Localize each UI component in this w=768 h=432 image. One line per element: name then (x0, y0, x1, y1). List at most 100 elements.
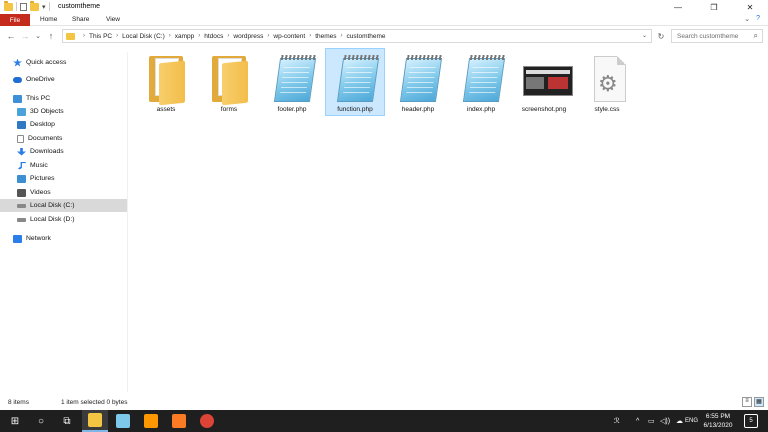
sidebar-item-label: OneDrive (26, 76, 55, 83)
sidebar-item-videos[interactable]: Videos (0, 186, 127, 199)
refresh-button[interactable]: ↻ (654, 29, 668, 43)
file-item-function-php[interactable]: function.php (325, 48, 385, 116)
sidebar-item-desktop[interactable]: Desktop (0, 118, 127, 131)
quick-access-toolbar: ▾ (4, 0, 50, 11)
sidebar-item-music[interactable]: Music (0, 159, 127, 172)
minimize-button[interactable]: — (660, 0, 696, 14)
navigation-row: ← → ⌄ ↑ › This PC › Local Disk (C:) › xa… (0, 29, 768, 44)
sidebar-item-network[interactable]: Network (0, 232, 127, 245)
tab-home[interactable]: Home (40, 16, 57, 23)
file-name: index.php (466, 106, 496, 113)
file-item-forms[interactable]: forms (199, 48, 259, 116)
breadcrumb-wordpress[interactable]: wordpress (233, 33, 263, 40)
properties-icon[interactable] (20, 2, 27, 11)
taskbar-chrome[interactable] (194, 410, 220, 432)
close-button[interactable]: ✕ (732, 0, 768, 14)
sidebar-item-label: Music (30, 162, 48, 169)
help-icon[interactable]: ? (756, 15, 760, 23)
breadcrumb-separator[interactable]: › (227, 33, 229, 39)
onedrive-tray-icon[interactable]: ☁ (676, 410, 683, 432)
breadcrumb-separator[interactable]: › (198, 33, 200, 39)
sidebar-item-local-disk-c[interactable]: Local Disk (C:) (0, 199, 127, 212)
breadcrumb-separator[interactable]: › (341, 33, 343, 39)
taskbar-sublime-text[interactable] (138, 410, 164, 432)
tab-share[interactable]: Share (72, 16, 89, 23)
breadcrumb-this-pc[interactable]: This PC (89, 33, 112, 40)
taskbar-notepad[interactable] (110, 410, 136, 432)
large-icons-view-icon[interactable]: ▦ (754, 397, 764, 407)
sidebar-item-quick-access[interactable]: Quick access (0, 56, 127, 69)
file-item-assets[interactable]: assets (136, 48, 196, 116)
tab-view[interactable]: View (106, 16, 120, 23)
drive-icon (17, 203, 26, 208)
sidebar-item-label: Network (26, 235, 51, 242)
title-bar: ▾ customtheme — ❐ ✕ (0, 0, 768, 14)
sidebar-item-label: Quick access (26, 59, 67, 66)
up-button[interactable]: ↑ (46, 30, 56, 42)
taskbar-file-explorer[interactable] (82, 410, 108, 432)
customize-toolbar-icon[interactable]: ▾ (42, 3, 46, 11)
folder-icon (4, 0, 13, 11)
breadcrumb-themes[interactable]: themes (315, 33, 336, 40)
volume-icon[interactable]: ◁)) (660, 410, 670, 432)
sidebar-item-local-disk-d[interactable]: Local Disk (D:) (0, 213, 127, 226)
xampp-icon (172, 414, 186, 428)
window-title: customtheme (58, 3, 101, 10)
action-center-icon[interactable]: 5 (744, 414, 758, 428)
breadcrumb-xampp[interactable]: xampp (175, 33, 195, 40)
taskbar-xampp[interactable] (166, 410, 192, 432)
battery-icon[interactable]: ▭ (648, 410, 655, 432)
toolbar-divider (16, 2, 17, 11)
file-item-index-php[interactable]: index.php (451, 48, 511, 116)
file-item-header-php[interactable]: header.php (388, 48, 448, 116)
details-view-icon[interactable]: ≡ (742, 397, 752, 407)
file-name: forms (220, 106, 238, 113)
breadcrumb-htdocs[interactable]: htdocs (204, 33, 223, 40)
breadcrumb-customtheme[interactable]: customtheme (347, 33, 386, 40)
breadcrumb-separator[interactable]: › (169, 33, 171, 39)
sidebar-item-this-pc[interactable]: This PC (0, 92, 127, 105)
sidebar-item-3d-objects[interactable]: 3D Objects (0, 105, 127, 118)
sidebar-item-downloads[interactable]: Downloads (0, 145, 127, 158)
desktop-icon (17, 120, 26, 129)
tab-file[interactable]: File (0, 14, 30, 26)
task-view-button[interactable]: ⧉ (54, 410, 80, 432)
breadcrumb-separator[interactable]: › (116, 33, 118, 39)
expand-ribbon-icon[interactable]: ⌄ (744, 15, 750, 23)
address-bar[interactable]: › This PC › Local Disk (C:) › xampp › ht… (62, 29, 652, 43)
recent-locations-button[interactable]: ⌄ (33, 30, 43, 42)
notepad-icon (116, 414, 130, 428)
start-button[interactable]: ⊞ (2, 410, 28, 432)
show-hidden-icons-icon[interactable]: ^ (636, 410, 639, 432)
new-folder-icon[interactable] (30, 0, 39, 11)
system-clock[interactable]: 6:55 PM 6/13/2020 (697, 412, 739, 430)
maximize-button[interactable]: ❐ (696, 0, 732, 14)
taskbar: ⊞ ○ ⧉ ℛ ^ ▭ ◁)) ☁ ENG 6:55 PM 6/13/2020 … (0, 410, 768, 432)
address-dropdown-icon[interactable]: ⌄ (642, 32, 647, 39)
people-icon[interactable]: ℛ (614, 410, 620, 432)
back-button[interactable]: ← (6, 30, 16, 42)
search-input[interactable]: Search customtheme ⌕ (671, 29, 763, 43)
sidebar-item-label: This PC (26, 95, 51, 102)
file-item-screenshot-png[interactable]: screenshot.png (514, 48, 574, 116)
search-icon[interactable]: ⌕ (754, 31, 758, 41)
ribbon: File Home Share View ⌄ ? (0, 14, 768, 26)
file-explorer-icon (88, 413, 102, 427)
file-item-footer-php[interactable]: footer.php (262, 48, 322, 116)
forward-button[interactable]: → (20, 30, 30, 42)
search-button[interactable]: ○ (28, 410, 54, 432)
breadcrumb-separator[interactable]: › (267, 33, 269, 39)
sidebar-item-onedrive[interactable]: OneDrive (0, 73, 127, 86)
sidebar-item-documents[interactable]: Documents (0, 132, 127, 145)
breadcrumb-wp-content[interactable]: wp-content (273, 33, 305, 40)
notepad-file-icon (332, 52, 381, 104)
file-list: assets forms footer.php function.php hea (128, 44, 768, 394)
breadcrumb-separator[interactable]: › (83, 33, 85, 39)
breadcrumb-local-disk-c[interactable]: Local Disk (C:) (122, 33, 165, 40)
sidebar-item-pictures[interactable]: Pictures (0, 172, 127, 185)
breadcrumb-separator[interactable]: › (309, 33, 311, 39)
folder-icon (66, 32, 75, 40)
file-item-style-css[interactable]: ⚙ style.css (577, 48, 637, 116)
sidebar-item-label: Pictures (30, 175, 55, 182)
file-name: style.css (594, 106, 620, 113)
